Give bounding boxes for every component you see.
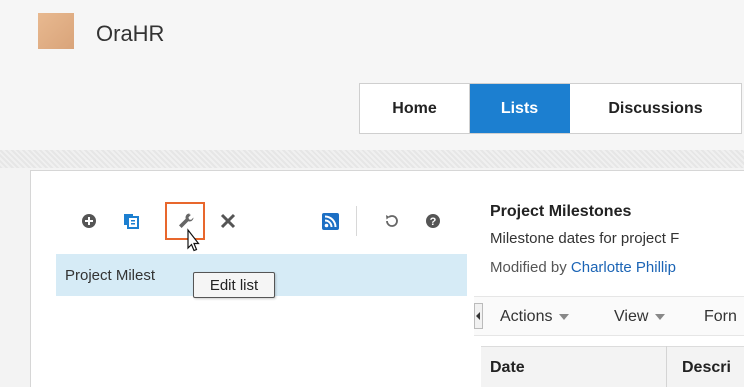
actions-menu[interactable]: Actions xyxy=(500,308,570,326)
actions-menu-label: Actions xyxy=(500,308,553,325)
modified-by: Modified by Charlotte Phillip xyxy=(490,259,676,276)
column-divider xyxy=(666,346,667,387)
svg-text:?: ? xyxy=(430,216,437,228)
refresh-icon[interactable] xyxy=(384,213,400,229)
tab-discussions[interactable]: Discussions xyxy=(570,84,742,133)
close-icon[interactable] xyxy=(220,213,236,229)
list-description: Milestone dates for project F xyxy=(490,230,680,247)
app-title: OraHR xyxy=(96,21,165,46)
app-logo xyxy=(38,13,74,49)
app-header: OraHR Home Lists Discussions xyxy=(0,0,744,152)
list-title: Project Milestones xyxy=(490,203,632,220)
toolbar-separator xyxy=(356,206,357,236)
header-divider xyxy=(0,150,744,168)
list-item-label: Project Milest xyxy=(65,266,156,284)
tab-home[interactable]: Home xyxy=(360,84,470,133)
column-header-description[interactable]: Descri xyxy=(682,359,731,377)
chevron-down-icon xyxy=(559,314,570,320)
mouse-cursor-icon xyxy=(187,228,200,252)
main-tabs: Home Lists Discussions xyxy=(359,83,742,134)
format-menu-label: Forn xyxy=(704,308,737,325)
modified-prefix: Modified by xyxy=(490,259,567,276)
view-menu[interactable]: View xyxy=(614,308,666,326)
modified-by-link[interactable]: Charlotte Phillip xyxy=(571,259,676,276)
copy-icon[interactable] xyxy=(123,213,139,229)
view-menu-label: View xyxy=(614,308,649,325)
help-icon[interactable]: ? xyxy=(425,213,441,229)
chevron-down-icon xyxy=(655,314,666,320)
collapse-pane-handle[interactable] xyxy=(474,303,483,329)
rss-icon[interactable] xyxy=(322,213,339,230)
column-header-date[interactable]: Date xyxy=(490,359,525,377)
add-icon[interactable] xyxy=(81,213,97,229)
edit-list-tooltip: Edit list xyxy=(193,272,275,298)
tab-lists[interactable]: Lists xyxy=(470,84,570,133)
format-menu[interactable]: Forn xyxy=(704,308,737,326)
